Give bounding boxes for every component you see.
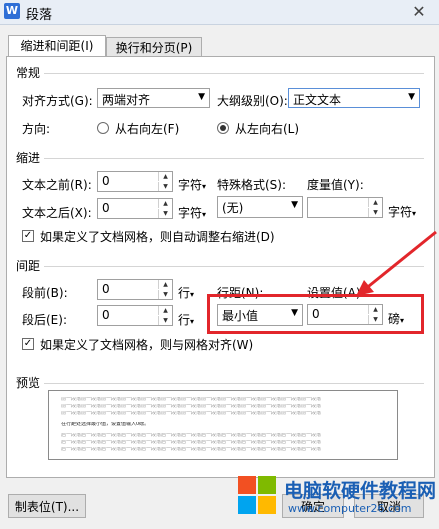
preview-prev-line: 前一段落前一段落前一段落前一段落前一段落前一段落前一段落前一段落前一段落前一段落… <box>61 397 322 402</box>
tab-stops-button[interactable]: 制表位(T)... <box>8 494 86 518</box>
preview-next-line: 后一段落后一段落后一段落后一段落后一段落后一段落后一段落后一段落后一段落后一段落… <box>61 433 322 438</box>
space-after-label: 段后(E): <box>22 313 67 327</box>
spin-down-icon[interactable]: ▼ <box>158 209 172 218</box>
preview-next-line: 后一段落后一段落后一段落后一段落后一段落后一段落后一段落后一段落后一段落后一段落… <box>61 447 322 452</box>
spin-up-icon[interactable]: ▲ <box>158 306 172 315</box>
special-format-select[interactable]: (无) ▼ <box>217 196 303 218</box>
space-after-spinner[interactable]: 0 ▲ ▼ <box>97 305 173 326</box>
ltr-radio[interactable] <box>217 122 229 134</box>
alignment-label: 对齐方式(G): <box>22 94 93 108</box>
watermark-title: 电脑软硬件教程网 <box>284 480 437 502</box>
annotation-arrow-icon <box>356 230 437 296</box>
spin-up-icon[interactable]: ▲ <box>368 198 382 207</box>
chevron-down-icon: ▼ <box>198 92 205 102</box>
measure-label: 度量值(Y): <box>307 178 364 192</box>
section-preview-title: 预览 <box>16 376 41 390</box>
indent-after-label: 文本之后(X): <box>22 206 92 220</box>
special-format-value: (无) <box>222 201 244 215</box>
rtl-radio[interactable] <box>97 122 109 134</box>
spin-down-icon[interactable]: ▼ <box>158 290 172 299</box>
preview-prev-line: 前一段落前一段落前一段落前一段落前一段落前一段落前一段落前一段落前一段落前一段落… <box>61 404 322 409</box>
indent-after-spinner[interactable]: 0 ▲ ▼ <box>97 198 173 219</box>
watermark: 电脑软硬件教程网 www.computer26.com <box>236 468 439 529</box>
alignment-select[interactable]: 两端对齐 ▼ <box>97 88 210 108</box>
alignment-value: 两端对齐 <box>102 93 151 107</box>
spin-down-icon[interactable]: ▼ <box>158 316 172 325</box>
chevron-down-icon: ▼ <box>291 200 298 210</box>
preview-next-line: 后一段落后一段落后一段落后一段落后一段落后一段落后一段落后一段落后一段落后一段落… <box>61 440 322 445</box>
section-indent-title: 缩进 <box>16 151 41 165</box>
spin-up-icon[interactable]: ▲ <box>158 199 172 208</box>
space-before-unit[interactable]: 行▾ <box>178 284 194 301</box>
indent-grid-checkbox[interactable]: ✓ <box>22 230 34 242</box>
indent-before-value: 0 <box>102 174 110 188</box>
spin-down-icon[interactable]: ▼ <box>368 208 382 217</box>
indent-before-unit[interactable]: 字符▾ <box>178 176 206 193</box>
window-title: 段落 <box>26 8 53 23</box>
watermark-url: www.computer26.com <box>288 502 412 515</box>
wps-app-icon: W <box>4 3 20 19</box>
indent-grid-label: 如果定义了文档网格，则自动调整右缩进(D) <box>40 230 275 244</box>
divider <box>44 383 424 384</box>
spin-down-icon[interactable]: ▼ <box>158 182 172 191</box>
preview-current-line: 在行距处选择最小值，设置值输入0磅。 <box>61 422 150 427</box>
outline-level-value: 正文文本 <box>293 93 342 107</box>
indent-after-unit[interactable]: 字符▾ <box>178 204 206 221</box>
outline-level-label: 大纲级别(O): <box>217 94 288 108</box>
tab-indent-spacing[interactable]: 缩进和间距(I) <box>8 35 106 58</box>
indent-before-label: 文本之前(R): <box>22 178 92 192</box>
space-after-value: 0 <box>102 308 110 322</box>
measure-unit[interactable]: 字符▾ <box>388 203 416 220</box>
special-format-label: 特殊格式(S): <box>217 178 287 192</box>
space-after-unit[interactable]: 行▾ <box>178 311 194 328</box>
measure-spinner[interactable]: ▲ ▼ <box>307 197 383 218</box>
spin-up-icon[interactable]: ▲ <box>158 280 172 289</box>
spacing-grid-label: 如果定义了文档网格，则与网格对齐(W) <box>40 338 254 352</box>
preview-prev-line: 前一段落前一段落前一段落前一段落前一段落前一段落前一段落前一段落前一段落前一段落… <box>61 411 322 416</box>
ltr-label: 从左向右(L) <box>235 122 300 136</box>
rtl-label: 从右向左(F) <box>115 122 180 136</box>
section-spacing-title: 间距 <box>16 259 41 273</box>
spacing-grid-checkbox[interactable]: ✓ <box>22 338 34 350</box>
section-general-title: 常规 <box>16 66 41 80</box>
indent-after-value: 0 <box>102 201 110 215</box>
tab-line-page-breaks[interactable]: 换行和分页(P) <box>106 37 202 58</box>
direction-label: 方向: <box>22 122 51 136</box>
space-before-spinner[interactable]: 0 ▲ ▼ <box>97 279 173 300</box>
space-before-label: 段前(B): <box>22 286 68 300</box>
space-before-value: 0 <box>102 282 110 296</box>
chevron-down-icon: ▼ <box>408 92 415 102</box>
outline-level-select[interactable]: 正文文本 ▼ <box>288 88 420 108</box>
title-bar: W 段落 ✕ <box>0 0 439 25</box>
highlight-box <box>207 294 424 334</box>
indent-before-spinner[interactable]: 0 ▲ ▼ <box>97 171 173 192</box>
close-button[interactable]: ✕ <box>404 2 434 22</box>
windows-logo-icon <box>238 476 276 514</box>
divider <box>44 158 424 159</box>
preview-box: 前一段落前一段落前一段落前一段落前一段落前一段落前一段落前一段落前一段落前一段落… <box>48 390 398 460</box>
spin-up-icon[interactable]: ▲ <box>158 172 172 181</box>
divider <box>44 73 424 74</box>
